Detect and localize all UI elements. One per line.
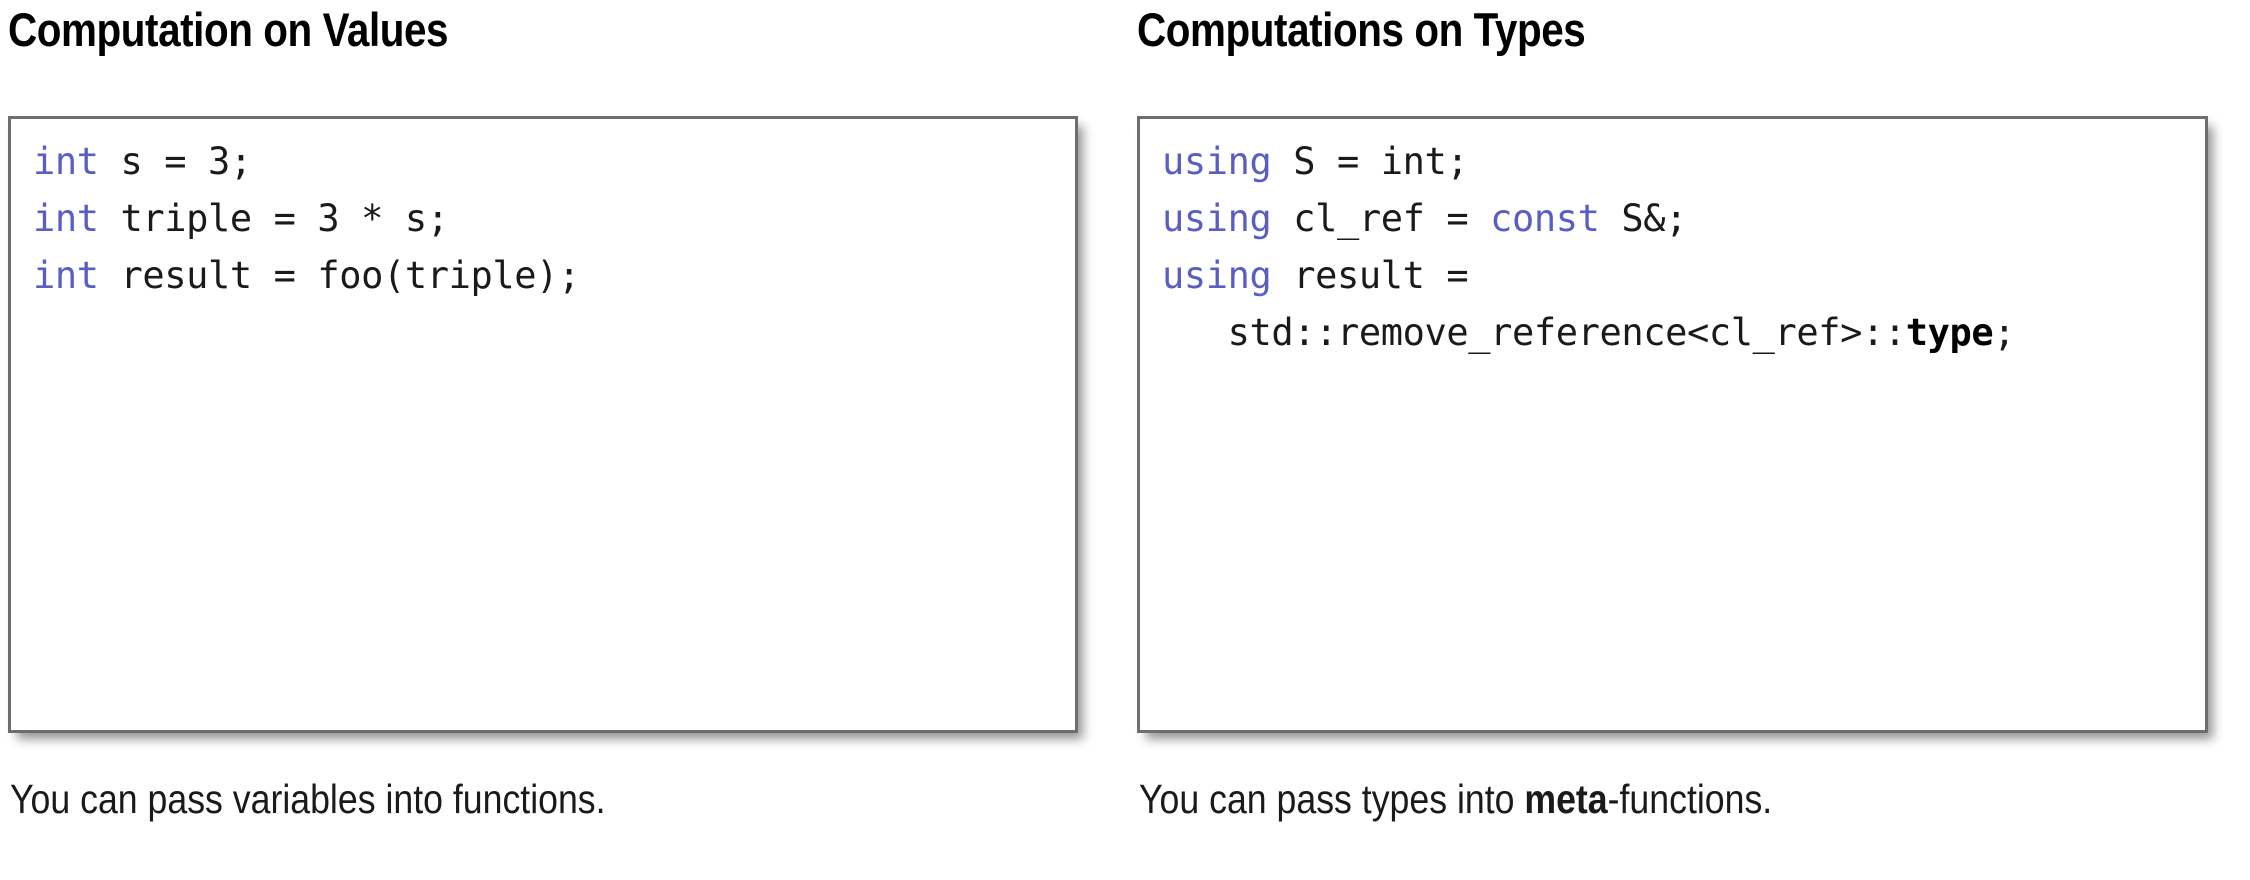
caption-segment: You can pass types into bbox=[1139, 776, 1525, 822]
code-token: result = bbox=[1271, 254, 1469, 297]
panel-title-values: Computation on Values bbox=[8, 3, 449, 56]
code-token: using bbox=[1162, 254, 1272, 297]
code-token: S&; bbox=[1599, 197, 1688, 240]
caption-segment: -functions. bbox=[1607, 776, 1773, 822]
code-token: using bbox=[1162, 140, 1272, 183]
code-token: const bbox=[1490, 197, 1600, 240]
code-token: int bbox=[33, 197, 99, 240]
code-box-types: using S = int; using cl_ref = const S&; us… bbox=[1137, 116, 2208, 733]
code-line: int s = 3; bbox=[33, 133, 1069, 190]
panel-title-types: Computations on Types bbox=[1137, 3, 1586, 56]
code-line: using S = int; bbox=[1162, 133, 2199, 190]
code-token: int bbox=[33, 140, 99, 183]
code-box-values: int s = 3; int triple = 3 * s; int result … bbox=[8, 116, 1078, 733]
code-line: int triple = 3 * s; bbox=[33, 190, 1069, 247]
code-token: triple = 3 * s; bbox=[98, 197, 450, 240]
code-block-values: int s = 3; int triple = 3 * s; int result … bbox=[33, 133, 1069, 304]
caption-values: You can pass variables into functions. bbox=[10, 776, 606, 823]
code-block-types: using S = int; using cl_ref = const S&; us… bbox=[1162, 133, 2199, 361]
caption-types: You can pass types into meta-functions. bbox=[1139, 776, 1772, 823]
code-token: s = 3; bbox=[98, 140, 253, 183]
code-line: int result = foo(triple); bbox=[33, 247, 1069, 304]
caption-segment: meta bbox=[1524, 776, 1608, 822]
code-line: using cl_ref = const S&; bbox=[1162, 190, 2199, 247]
code-token: using bbox=[1162, 197, 1272, 240]
code-token: ; bbox=[1993, 311, 2016, 354]
code-token: cl_ref = bbox=[1271, 197, 1491, 240]
code-token: S = int; bbox=[1271, 140, 1469, 183]
panel-computations-on-types: Computations on Types using S = int; usin… bbox=[1137, 0, 2227, 880]
code-token: result = foo(triple); bbox=[98, 254, 581, 297]
code-token: int bbox=[33, 254, 99, 297]
panel-computation-on-values: Computation on Values int s = 3; int trip… bbox=[8, 0, 1098, 880]
code-token: type bbox=[1905, 311, 1994, 354]
caption-segment: You can pass variables into functions. bbox=[10, 776, 606, 822]
code-line: std::remove_reference<cl_ref>::type; bbox=[1162, 304, 2199, 361]
code-line: using result = bbox=[1162, 247, 2199, 304]
code-token: std::remove_reference<cl_ref>:: bbox=[1162, 311, 1907, 354]
